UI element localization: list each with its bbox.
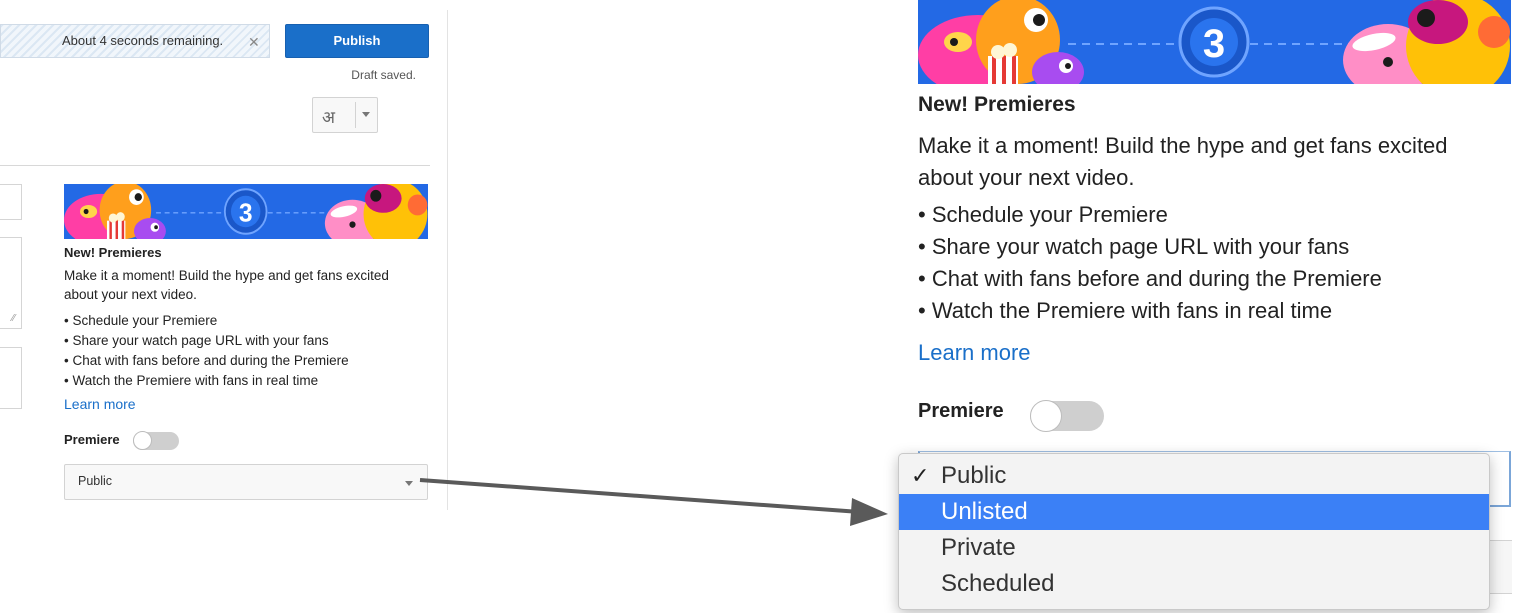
premiere-toggle-zoomed[interactable]	[1030, 400, 1104, 432]
promo-title: New! Premieres	[64, 245, 162, 260]
visibility-selected-value: Public	[78, 474, 113, 488]
premieres-banner-image-zoomed: 3	[918, 0, 1511, 84]
promo-feature-list-zoomed: Schedule your Premiere Share your watch …	[918, 199, 1382, 327]
tags-input-edge[interactable]	[0, 347, 22, 409]
title-input-edge[interactable]	[0, 184, 22, 220]
panel-divider	[447, 10, 448, 510]
premiere-label: Premiere	[64, 432, 120, 447]
option-label: Private	[941, 534, 1016, 561]
promo-description: Make it a moment! Build the hype and get…	[64, 268, 389, 302]
option-scheduled[interactable]: Scheduled	[899, 566, 1489, 602]
learn-more-link[interactable]: Learn more	[64, 396, 136, 412]
countdown-number: 3	[239, 199, 253, 228]
description-textarea-edge[interactable]	[0, 237, 22, 329]
promo-description-zoomed: Make it a moment! Build the hype and get…	[918, 133, 1448, 190]
list-item: Chat with fans before and during the Pre…	[918, 263, 1382, 295]
upload-status-text: About 4 seconds remaining.	[62, 33, 224, 48]
language-glyph: अ	[322, 108, 335, 127]
publish-button[interactable]: Publish	[285, 24, 429, 58]
toggle-knob	[1030, 400, 1062, 432]
promo-feature-list: Schedule your Premiere Share your watch …	[64, 311, 349, 391]
option-label: Public	[941, 462, 1007, 489]
visibility-select[interactable]: Public	[64, 464, 428, 500]
checkmark-icon: ✓	[911, 463, 930, 488]
option-unlisted[interactable]: Unlisted	[899, 494, 1489, 530]
button-divider	[355, 102, 356, 128]
promo-title-zoomed: New! Premieres	[918, 93, 1076, 116]
section-divider	[0, 165, 430, 166]
list-item: Share your watch page URL with your fans	[64, 331, 349, 351]
visibility-dropdown-menu[interactable]: ✓ Public Unlisted Private Scheduled	[898, 453, 1490, 610]
learn-more-link-zoomed[interactable]: Learn more	[918, 340, 1031, 366]
list-item: Schedule your Premiere	[918, 199, 1382, 231]
option-private[interactable]: Private	[899, 530, 1489, 566]
chevron-down-icon	[405, 481, 413, 486]
option-label: Scheduled	[941, 570, 1055, 597]
close-icon[interactable]: ✕	[248, 34, 260, 51]
premiere-label-zoomed: Premiere	[918, 400, 1004, 422]
toggle-knob	[133, 431, 152, 450]
option-public[interactable]: ✓ Public	[899, 458, 1489, 494]
list-item: Chat with fans before and during the Pre…	[64, 351, 348, 371]
chevron-down-icon[interactable]	[362, 112, 370, 117]
premiere-toggle[interactable]	[133, 431, 179, 450]
premieres-banner-image: 3	[64, 184, 428, 239]
resize-handle-icon[interactable]: ⁄⁄	[12, 313, 15, 324]
draft-status: Draft saved.	[351, 68, 416, 82]
list-item: Schedule your Premiere	[64, 311, 349, 331]
input-language-button[interactable]: अ	[312, 97, 378, 133]
option-label: Unlisted	[941, 498, 1028, 525]
list-item: Watch the Premiere with fans in real tim…	[918, 295, 1382, 327]
countdown-number: 3	[1203, 22, 1225, 66]
list-item: Share your watch page URL with your fans	[918, 231, 1382, 263]
list-item: Watch the Premiere with fans in real tim…	[64, 371, 349, 391]
